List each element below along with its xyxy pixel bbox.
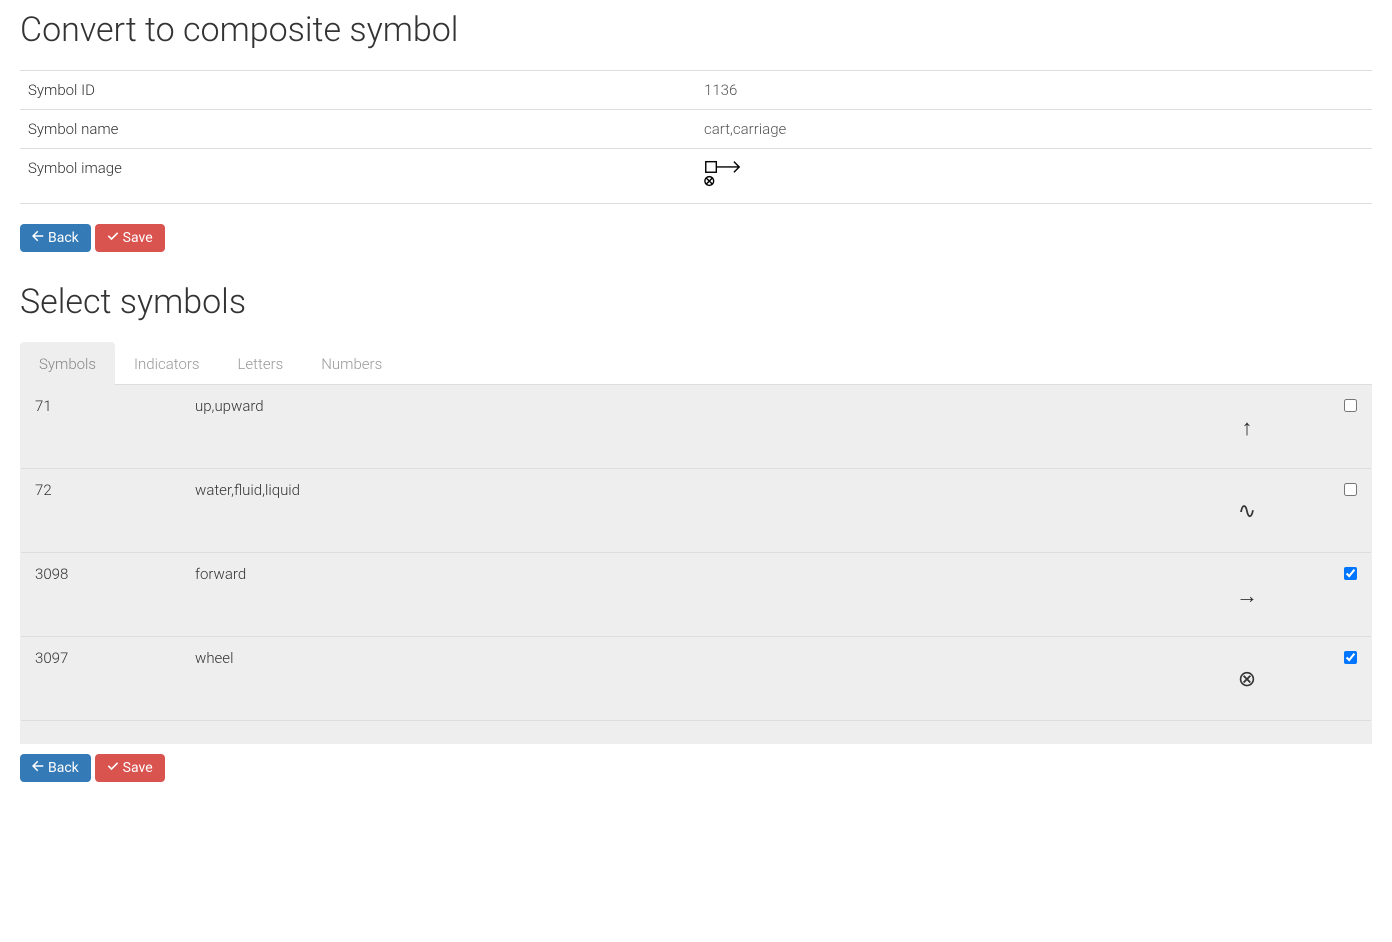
save-button-label: Save — [123, 760, 153, 776]
label-symbol-image: Symbol image — [20, 149, 696, 204]
symbol-glyph-icon: → — [1187, 565, 1307, 609]
symbol-row: 71up,upward↑ — [21, 385, 1371, 469]
tab-numbers[interactable]: Numbers — [302, 342, 401, 385]
symbol-image-preview — [704, 159, 744, 189]
symbol-name: water,fluid,liquid — [195, 481, 1187, 499]
label-symbol-name: Symbol name — [20, 110, 696, 149]
button-row-bottom: Back Save — [20, 754, 1372, 782]
arrow-left-icon — [32, 760, 44, 776]
label-symbol-id: Symbol ID — [20, 71, 696, 110]
symbol-tabs: SymbolsIndicatorsLettersNumbers — [20, 342, 1372, 385]
back-button-bottom[interactable]: Back — [20, 754, 91, 782]
save-button-bottom[interactable]: Save — [95, 754, 165, 782]
symbol-id: 3098 — [35, 565, 195, 583]
row-symbol-id: Symbol ID 1136 — [20, 71, 1372, 110]
row-symbol-name: Symbol name cart,carriage — [20, 110, 1372, 149]
value-symbol-id: 1136 — [696, 71, 1372, 110]
tab-indicators[interactable]: Indicators — [115, 342, 218, 385]
symbol-select-checkbox[interactable] — [1344, 399, 1357, 412]
back-button[interactable]: Back — [20, 224, 91, 252]
symbol-glyph-icon: ∿ — [1187, 481, 1307, 524]
symbol-name: forward — [195, 565, 1187, 583]
save-button-label: Save — [123, 230, 153, 246]
symbol-id: 3097 — [35, 649, 195, 667]
symbol-name: up,upward — [195, 397, 1187, 415]
button-row-top: Back Save — [20, 224, 1372, 252]
symbol-select-checkbox[interactable] — [1344, 567, 1357, 580]
page-title: Convert to composite symbol — [20, 10, 1372, 50]
symbol-select-checkbox[interactable] — [1344, 651, 1357, 664]
symbol-select-checkbox[interactable] — [1344, 483, 1357, 496]
symbol-glyph-icon: ↑ — [1187, 397, 1307, 441]
select-symbols-title: Select symbols — [20, 282, 1372, 322]
symbol-name: wheel — [195, 649, 1187, 667]
row-symbol-image: Symbol image — [20, 149, 1372, 204]
check-icon — [107, 760, 119, 776]
symbol-list[interactable]: 71up,upward↑72water,fluid,liquid∿3098for… — [21, 385, 1371, 743]
symbol-id: 71 — [35, 397, 195, 415]
symbol-glyph-icon: ⊗ — [1187, 649, 1307, 692]
save-button[interactable]: Save — [95, 224, 165, 252]
back-button-label: Back — [48, 760, 79, 776]
tab-symbols[interactable]: Symbols — [20, 342, 115, 385]
arrow-left-icon — [32, 230, 44, 246]
symbol-row: 3097wheel⊗ — [21, 637, 1371, 721]
symbol-row: 72water,fluid,liquid∿ — [21, 469, 1371, 553]
symbol-row: 3098forward→ — [21, 553, 1371, 637]
symbol-info-table: Symbol ID 1136 Symbol name cart,carriage… — [20, 70, 1372, 204]
check-icon — [107, 230, 119, 246]
symbol-id: 72 — [35, 481, 195, 499]
tab-letters[interactable]: Letters — [219, 342, 303, 385]
back-button-label: Back — [48, 230, 79, 246]
value-symbol-name: cart,carriage — [696, 110, 1372, 149]
